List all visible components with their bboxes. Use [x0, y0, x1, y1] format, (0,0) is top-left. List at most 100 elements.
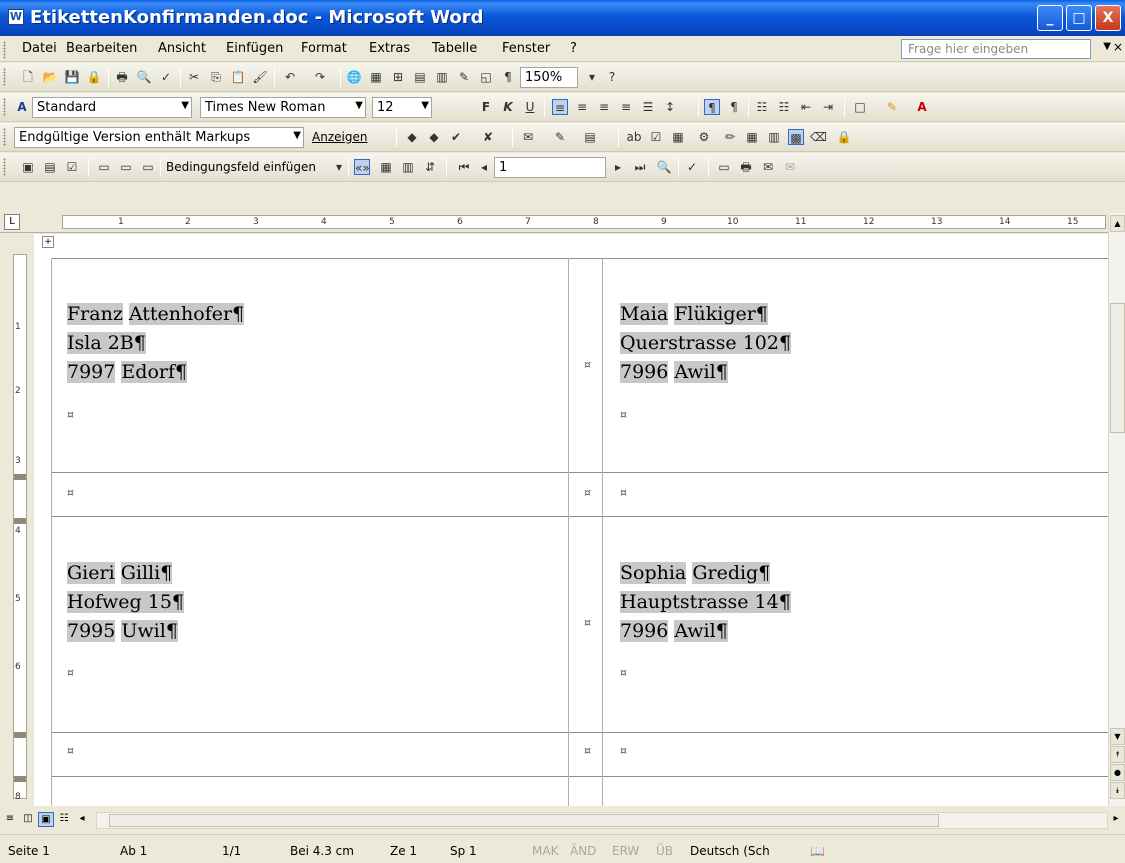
menu-format[interactable]: Format: [301, 41, 347, 56]
menu-tabelle[interactable]: Tabelle: [432, 41, 477, 56]
menu-ansicht[interactable]: Ansicht: [158, 41, 206, 56]
next-change-icon[interactable]: ◆: [426, 129, 442, 145]
print-icon[interactable]: 🖶: [114, 69, 130, 85]
dropdown-field-icon[interactable]: ▦: [670, 129, 686, 145]
close-button[interactable]: X: [1095, 5, 1121, 31]
align-center-icon[interactable]: ≡: [574, 99, 590, 115]
close-document-button[interactable]: ×: [1113, 40, 1123, 54]
minimize-button[interactable]: _: [1037, 5, 1063, 31]
zoom-dropdown-icon[interactable]: ▾: [584, 69, 600, 85]
select-browse-object-icon[interactable]: ●: [1110, 764, 1125, 781]
styles-pane-icon[interactable]: A: [14, 99, 30, 115]
help-icon[interactable]: ?: [604, 69, 620, 85]
next-page-icon[interactable]: ⯯: [1110, 782, 1125, 799]
first-record-icon[interactable]: ⏮: [456, 159, 472, 175]
tables-borders-icon[interactable]: ▦: [368, 69, 384, 85]
status-track-changes[interactable]: ÄND: [570, 844, 596, 858]
italic-button[interactable]: K: [500, 99, 516, 115]
horizontal-scrollbar[interactable]: [96, 812, 1108, 829]
insert-greeting-icon[interactable]: ▭: [118, 159, 134, 175]
font-select[interactable]: Times New Roman ▼: [200, 97, 366, 118]
copy-icon[interactable]: ⎘: [208, 69, 224, 85]
open-icon[interactable]: 📂: [42, 69, 58, 85]
outline-view-icon[interactable]: ☷: [56, 812, 72, 827]
style-select[interactable]: Standard ▼: [32, 97, 192, 118]
view-merged-data-icon[interactable]: «»: [354, 159, 370, 175]
protect-form-icon[interactable]: 🔒: [836, 129, 852, 145]
vertical-ruler[interactable]: 1 2 3 4 5 6 8: [0, 234, 32, 806]
previous-change-icon[interactable]: ◆: [404, 129, 420, 145]
bullets-icon[interactable]: ☷: [776, 99, 792, 115]
insert-word-field-button[interactable]: Bedingungsfeld einfügen: [166, 160, 316, 174]
save-icon[interactable]: 💾: [64, 69, 80, 85]
recipients-icon[interactable]: ☑: [64, 159, 80, 175]
normal-view-icon[interactable]: ≡: [2, 812, 18, 827]
menu-help[interactable]: ?: [570, 41, 577, 56]
vruler-margin-marker[interactable]: [14, 732, 26, 738]
permission-icon[interactable]: 🔒: [86, 69, 102, 85]
insert-word-field-dropdown-icon[interactable]: ▾: [331, 159, 347, 175]
vruler-margin-marker[interactable]: [14, 474, 26, 480]
align-left-icon[interactable]: ≡: [552, 99, 568, 115]
match-fields-icon[interactable]: ▥: [400, 159, 416, 175]
status-language[interactable]: Deutsch (Sch: [690, 844, 770, 858]
horizontal-ruler[interactable]: L 1 2 3 4 5 6 7 8 9 10 11 12 13 14 15: [0, 211, 1125, 233]
label-cell[interactable]: Gieri Gilli¶ Hofweg 15¶ 7995 Uwil¶: [67, 559, 185, 646]
check-errors-icon[interactable]: ✓: [684, 159, 700, 175]
scroll-left-icon[interactable]: ◂: [74, 812, 90, 827]
menu-extras[interactable]: Extras: [369, 41, 410, 56]
next-record-icon[interactable]: ▸: [610, 159, 626, 175]
menu-bearbeiten[interactable]: Bearbeiten: [66, 41, 137, 56]
align-right-icon[interactable]: ≡: [596, 99, 612, 115]
font-size-select[interactable]: 12 ▼: [372, 97, 432, 118]
hyperlink-icon[interactable]: 🌐: [346, 69, 362, 85]
justify-icon[interactable]: ≡: [618, 99, 634, 115]
label-cell[interactable]: Maia Flükiger¶ Querstrasse 102¶ 7996 Awi…: [620, 300, 792, 387]
tab-selector-icon[interactable]: L: [4, 214, 20, 230]
insert-merge-field-icon[interactable]: ▭: [140, 159, 156, 175]
find-entry-icon[interactable]: 🔍: [656, 159, 672, 175]
bold-button[interactable]: F: [478, 99, 494, 115]
insert-address-block-icon[interactable]: ▭: [96, 159, 112, 175]
vruler-margin-marker[interactable]: [14, 518, 26, 524]
previous-record-icon[interactable]: ◂: [476, 159, 492, 175]
table-move-handle-icon[interactable]: +: [42, 236, 54, 248]
distributed-icon[interactable]: ☰: [640, 99, 656, 115]
reset-form-icon[interactable]: ⌫: [810, 129, 827, 145]
underline-button[interactable]: U: [522, 99, 538, 115]
markup-view-select[interactable]: Endgültige Version enthält Markups ▼: [14, 127, 304, 148]
document-map-icon[interactable]: ◱: [478, 69, 494, 85]
status-extend[interactable]: ERW: [612, 844, 639, 858]
insert-excel-icon[interactable]: ▤: [412, 69, 428, 85]
insert-table-icon[interactable]: ⊞: [390, 69, 406, 85]
scroll-down-icon[interactable]: ▼: [1110, 728, 1125, 745]
scroll-right-icon[interactable]: ▸: [1108, 812, 1124, 827]
label-cell[interactable]: Franz Attenhofer¶ Isla 2B¶ 7997 Edorf¶: [67, 300, 245, 387]
track-changes-icon[interactable]: ✎: [552, 129, 568, 145]
vertical-scrollbar[interactable]: ▲ ▼ ⯭ ● ⯯: [1108, 213, 1125, 806]
open-data-source-icon[interactable]: ▤: [42, 159, 58, 175]
web-layout-icon[interactable]: ◫: [20, 812, 36, 827]
print-layout-icon[interactable]: ▣: [38, 812, 54, 827]
menu-datei[interactable]: Datei: [22, 41, 57, 56]
status-overtype[interactable]: ÜB: [656, 844, 673, 858]
rtl-icon[interactable]: ¶: [726, 99, 742, 115]
label-cell[interactable]: Sophia Gredig¶ Hauptstrasse 14¶ 7996 Awi…: [620, 559, 791, 646]
record-input[interactable]: 1: [494, 157, 606, 178]
text-field-icon[interactable]: ab: [626, 129, 642, 145]
cut-icon[interactable]: ✂: [186, 69, 202, 85]
highlight-icon[interactable]: ✎: [884, 99, 900, 115]
drawing-icon[interactable]: ✎: [456, 69, 472, 85]
decrease-indent-icon[interactable]: ⇤: [798, 99, 814, 115]
last-record-icon[interactable]: ⏭: [632, 159, 648, 175]
previous-page-icon[interactable]: ⯭: [1110, 746, 1125, 763]
numbering-icon[interactable]: ☷: [754, 99, 770, 115]
redo-icon[interactable]: ↷: [312, 69, 328, 85]
highlight-fields-icon[interactable]: ▦: [378, 159, 394, 175]
increase-indent-icon[interactable]: ⇥: [820, 99, 836, 115]
border-icon[interactable]: □: [852, 99, 868, 115]
ltr-icon[interactable]: ¶: [704, 99, 720, 115]
merge-to-document-icon[interactable]: ▭: [716, 159, 732, 175]
line-spacing-icon[interactable]: ↕: [662, 99, 678, 115]
hscroll-thumb[interactable]: [109, 814, 939, 827]
